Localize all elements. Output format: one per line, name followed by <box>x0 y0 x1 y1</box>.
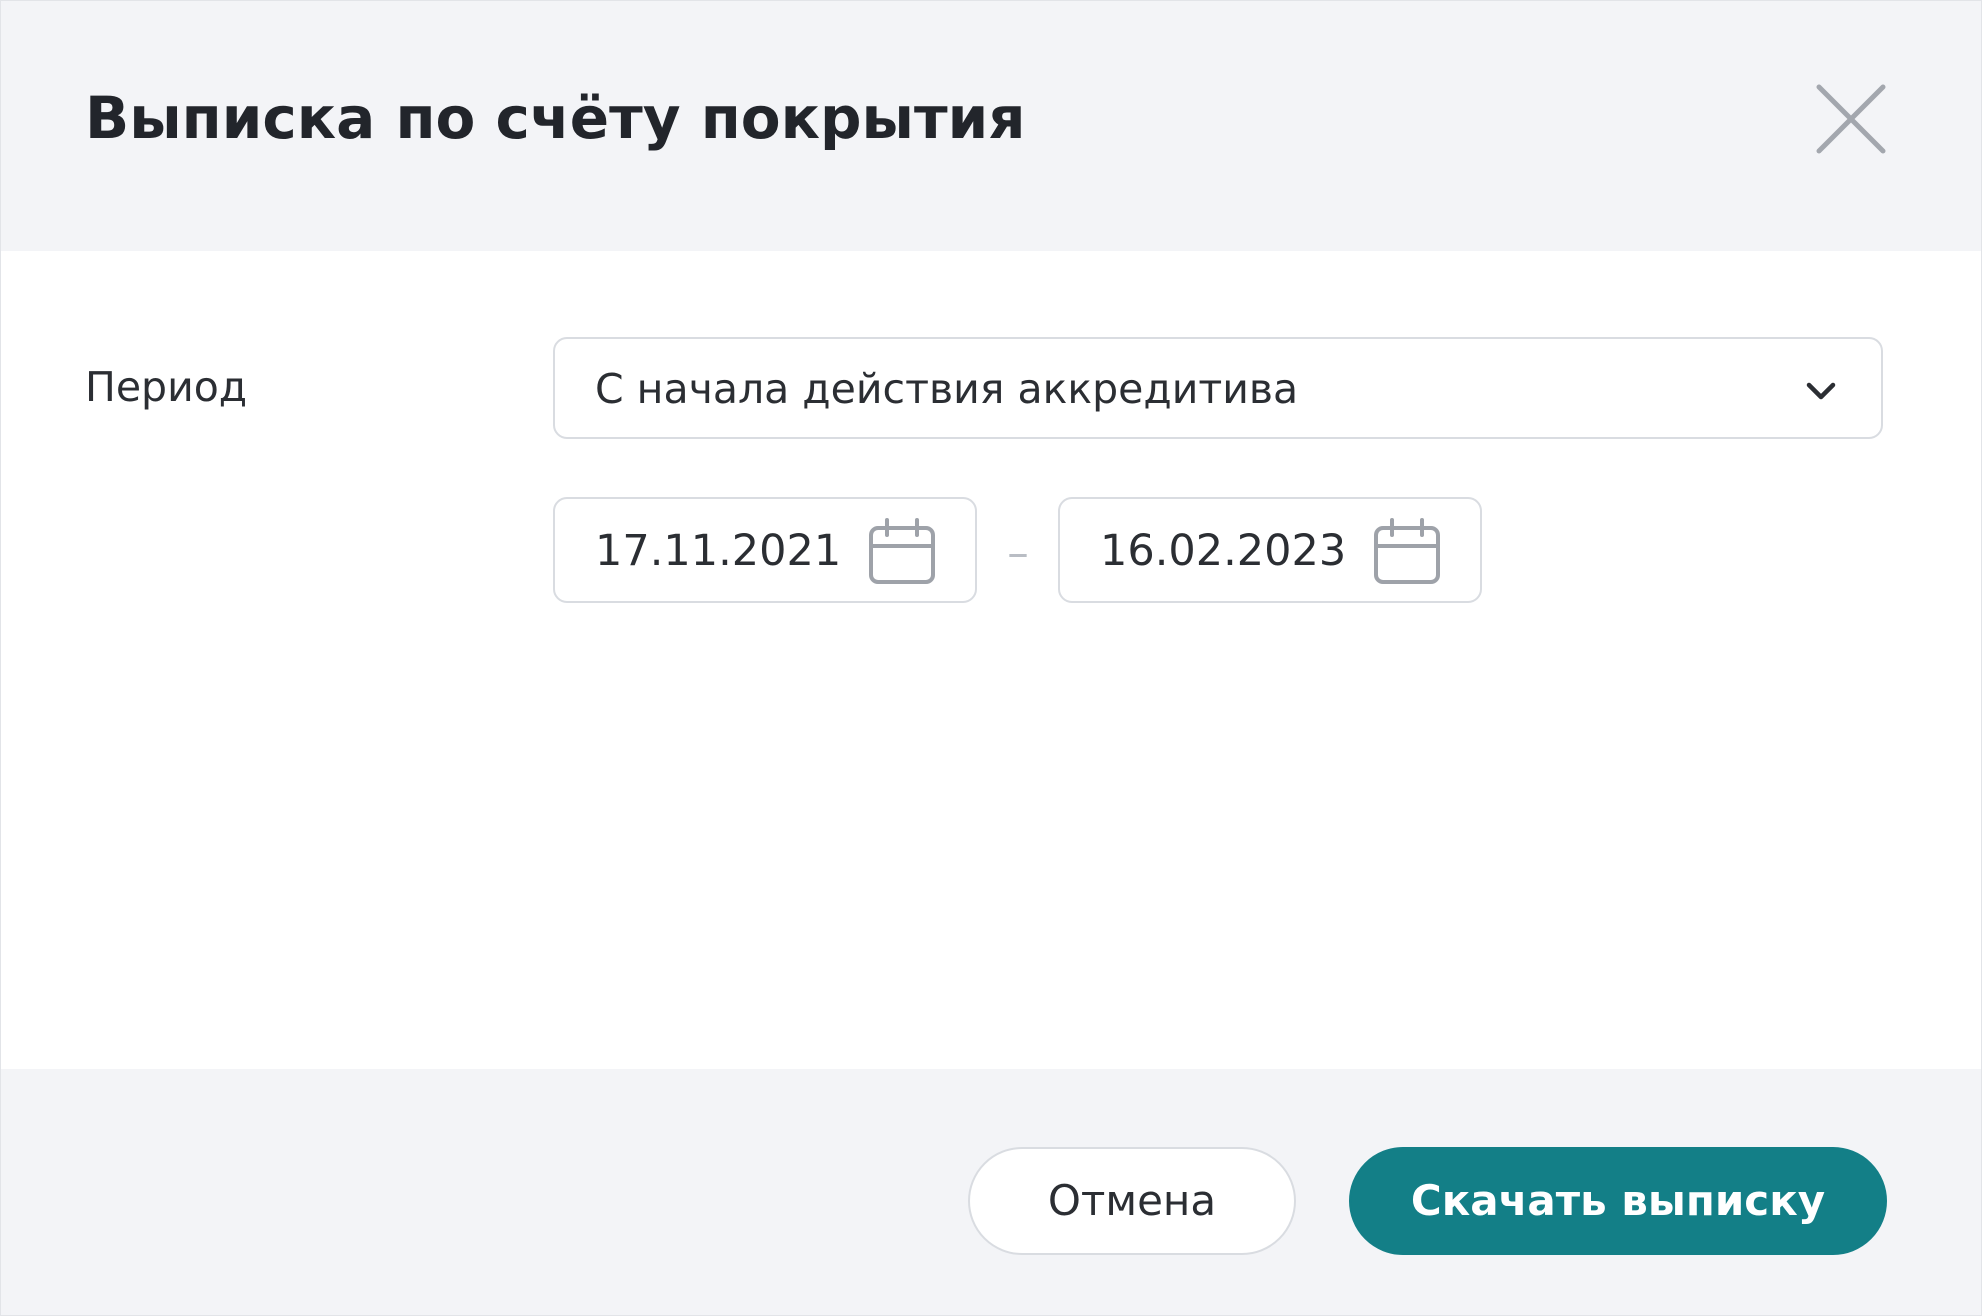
close-icon <box>1816 84 1886 154</box>
chevron-down-icon <box>1803 373 1839 409</box>
calendar-icon[interactable] <box>867 517 937 587</box>
period-selected-value: С начала действия аккредитива <box>595 365 1299 413</box>
dialog-body: Период С начала действия аккредитива 17.… <box>1 251 1981 1069</box>
date-to-input[interactable]: 16.02.2023 <box>1058 497 1482 603</box>
date-from-input[interactable]: 17.11.2021 <box>553 497 977 603</box>
statement-dialog: Выписка по счёту покрытия Период С начал… <box>0 0 1982 1316</box>
cancel-button[interactable]: Отмена <box>968 1147 1296 1255</box>
close-button[interactable] <box>1813 81 1889 157</box>
date-range-separator: – <box>1007 528 1029 578</box>
calendar-icon[interactable] <box>1372 517 1442 587</box>
period-label: Период <box>85 363 248 411</box>
download-statement-button[interactable]: Скачать выписку <box>1349 1147 1887 1255</box>
date-to-value: 16.02.2023 <box>1100 526 1347 576</box>
dialog-header: Выписка по счёту покрытия <box>1 1 1981 251</box>
date-from-value: 17.11.2021 <box>595 526 842 576</box>
dialog-title: Выписка по счёту покрытия <box>85 84 1026 152</box>
period-select[interactable]: С начала действия аккредитива <box>553 337 1883 439</box>
dialog-footer: Отмена Скачать выписку <box>1 1069 1981 1315</box>
